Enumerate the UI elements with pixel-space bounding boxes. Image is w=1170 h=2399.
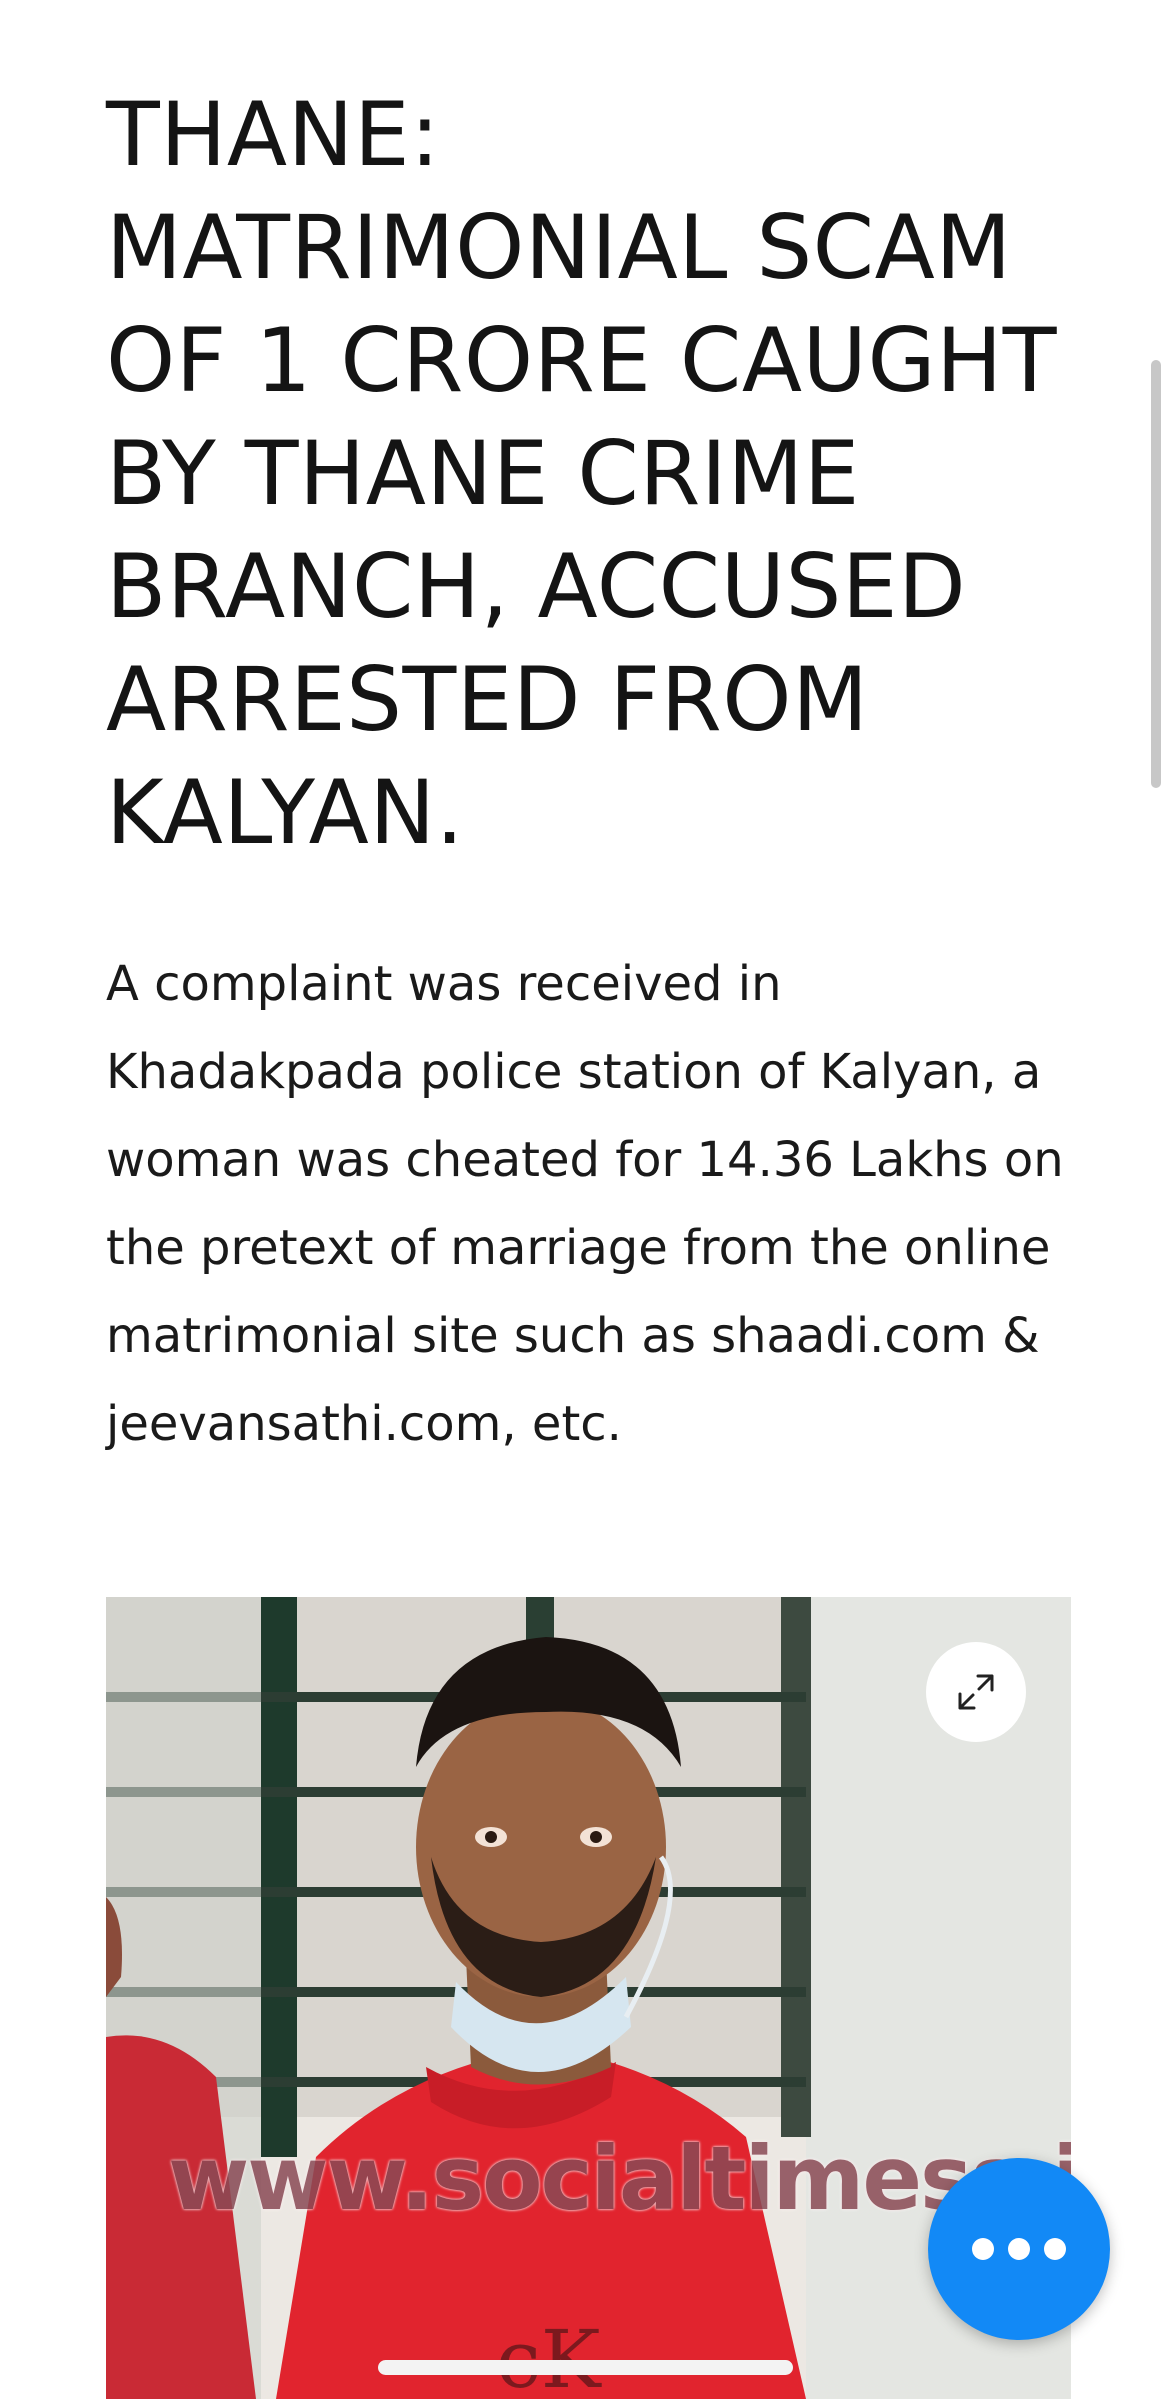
- scrollbar-thumb[interactable]: [1151, 360, 1161, 788]
- more-dots-icon: [972, 2238, 994, 2260]
- article-photo: cK www.socialtimess.in: [106, 1597, 1071, 2399]
- svg-text:cK: cK: [496, 2313, 602, 2399]
- article-body: A complaint was received in Khadakpada p…: [106, 956, 1064, 1452]
- expand-image-button[interactable]: [926, 1642, 1026, 1742]
- more-dot: [1008, 2238, 1030, 2260]
- more-dot: [1044, 2238, 1066, 2260]
- article-headline: THANE: MATRIMONIAL SCAM OF 1 CRORE CAUGH…: [106, 83, 1058, 864]
- expand-icon: [958, 1674, 994, 1710]
- chat-more-button[interactable]: [928, 2158, 1110, 2340]
- accused-photo-illustration: cK: [106, 1597, 1071, 2399]
- home-indicator[interactable]: [378, 2360, 793, 2375]
